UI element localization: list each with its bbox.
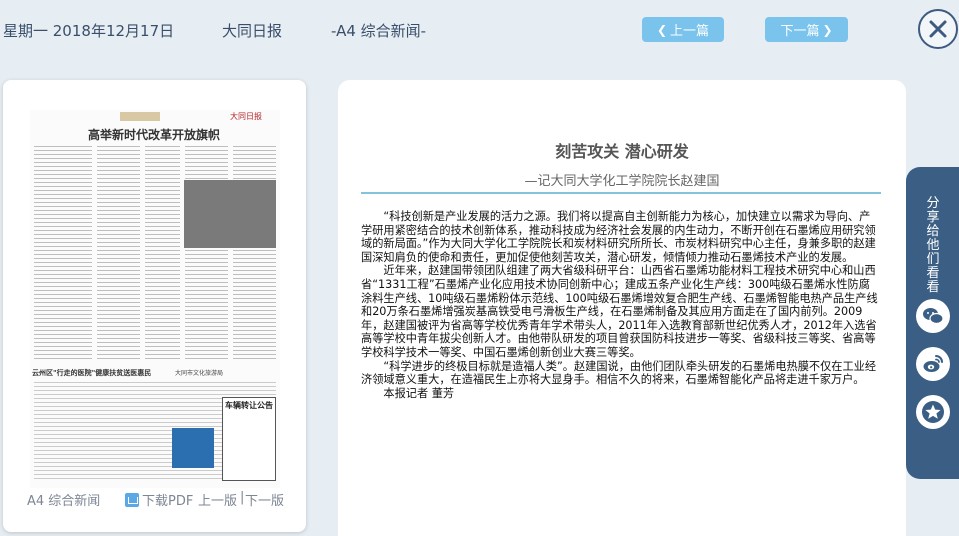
prev-page-link[interactable]: 上一版: [198, 490, 237, 509]
section-name: -A4 综合新闻-: [331, 22, 427, 40]
article-paragraph: “科学进步的终极目标就是造福人类”。赵建国说，由他们团队牵头研发的石墨烯电热膜不…: [361, 359, 877, 387]
favorite-star-icon: [922, 401, 944, 423]
issue-date: 星期一 2018年12月17日: [3, 22, 175, 40]
thumbnail-subhead-left: 云州区"行走的医院"健康扶贫送医惠民: [32, 369, 152, 377]
pdf-download-icon: [125, 492, 139, 507]
thumbnail-logo: 大同日报: [230, 112, 262, 121]
share-panel: 分享给他们看看: [906, 167, 959, 479]
weibo-icon: [923, 355, 943, 372]
chevron-left-icon: ❮: [656, 22, 668, 37]
download-pdf-label: 下载PDF: [142, 494, 194, 509]
thumbnail-photo: [184, 180, 276, 248]
thumbnail-section-label: A4 综合新闻: [27, 494, 101, 509]
top-bar: 星期一 2018年12月17日 大同日报 -A4 综合新闻- ❮ 上一篇 下一篇…: [0, 0, 959, 60]
thumbnail-section-tag: [120, 112, 160, 121]
thumbnail-text-block: [34, 146, 276, 361]
prev-article-button[interactable]: ❮ 上一篇: [642, 17, 724, 42]
article-byline: 本报记者 董芳: [383, 386, 455, 400]
thumbnail-masthead: 大同日报: [30, 110, 280, 122]
prev-article-label: 上一篇: [670, 24, 710, 39]
thumbnail-column-gap: [180, 146, 185, 361]
thumbnail-column-gap: [140, 146, 145, 361]
thumbnail-footer: A4 综合新闻 下载PDF 上一版 | 下一版: [3, 490, 306, 510]
thumbnail-column-gap: [228, 146, 233, 361]
article-subtitle: —记大同大学化工学院院长赵建国: [524, 174, 720, 189]
share-wechat-button[interactable]: [916, 299, 950, 333]
chevron-right-icon: ❯: [822, 22, 833, 37]
article-body: “科技创新是产业发展的活力之源。我们将以提高自主创新能力为核心，加快建立以需求为…: [361, 210, 881, 400]
page-thumbnail-card: 大同日报 高举新时代改革开放旗帜 云州区"行走的医院"健康扶贫送医惠民 大同市文…: [3, 80, 306, 532]
article-card: 刻苦攻关 潜心研发 —记大同大学化工学院院长赵建国 “科技创新是产业发展的活力之…: [338, 80, 906, 536]
share-weibo-button[interactable]: [916, 347, 950, 381]
newspaper-page-thumbnail[interactable]: 大同日报 高举新时代改革开放旗帜 云州区"行走的医院"健康扶贫送医惠民 大同市文…: [30, 110, 280, 488]
thumbnail-subhead-right: 大同市文化旅游局: [175, 370, 224, 377]
thumbnail-column-gap: [92, 146, 97, 361]
share-label: 分享给他们看看: [926, 196, 940, 295]
article-paragraph: “科技创新是产业发展的活力之源。我们将以提高自主创新能力为核心，加快建立以需求为…: [361, 210, 876, 264]
article-paragraph: 近年来，赵建国带领团队组建了两大省级科研平台：山西省石墨烯功能材料工程技术研究中…: [361, 264, 878, 359]
paper-name: 大同日报: [222, 22, 283, 40]
next-article-label: 下一篇: [780, 24, 820, 39]
next-article-button[interactable]: 下一篇 ❯: [765, 17, 848, 42]
thumbnail-notice-title: 车辆转让公告: [225, 401, 273, 410]
download-pdf-link[interactable]: 下载PDF: [125, 490, 193, 509]
share-favorite-button[interactable]: [916, 395, 950, 429]
close-button[interactable]: [918, 9, 958, 49]
close-icon: [929, 20, 947, 38]
thumbnail-ad-block: [172, 428, 214, 468]
page-link-separator: |: [240, 490, 245, 505]
article-divider: [361, 192, 881, 194]
thumbnail-headline: 高举新时代改革开放旗帜: [88, 128, 221, 142]
wechat-icon: [923, 308, 944, 325]
next-page-link[interactable]: 下一版: [245, 490, 284, 509]
thumbnail-notice-box: 车辆转让公告: [222, 397, 276, 481]
article-title: 刻苦攻关 潜心研发: [555, 142, 689, 161]
